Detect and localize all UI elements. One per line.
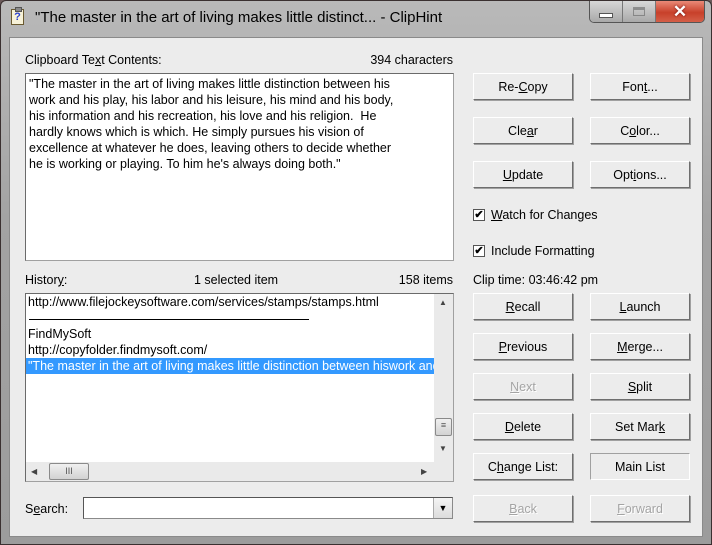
scroll-right-icon[interactable]: ▶ <box>421 467 427 476</box>
checkmark-icon: ✔ <box>473 245 485 257</box>
scroll-down-icon[interactable]: ▼ <box>439 444 447 453</box>
window-title: "The master in the art of living makes l… <box>35 9 443 26</box>
launch-button[interactable]: Launch <box>590 293 690 320</box>
caption-buttons: ✕ <box>589 1 705 23</box>
selected-count: 1 selected item <box>194 273 279 287</box>
client-area: Clipboard Text Contents: 394 characters … <box>9 37 703 537</box>
previous-button[interactable]: Previous <box>473 333 573 360</box>
merge-button[interactable]: Merge... <box>590 333 690 360</box>
horizontal-scrollbar[interactable]: ◀ III ▶ <box>26 462 434 481</box>
change-list-button[interactable]: Ch ange List: <box>473 453 573 480</box>
title-bar[interactable]: ? "The master in the art of living makes… <box>1 1 711 37</box>
watch-changes-checkbox[interactable]: ✔ Watch for Changes <box>473 208 598 222</box>
forward-button[interactable]: Forward <box>590 495 690 522</box>
maximize-icon <box>633 7 645 16</box>
history-label: History: <box>25 273 68 287</box>
history-item[interactable]: FindMySoft <box>26 326 434 342</box>
history-items: http://www.filejockeysoftware.com/servic… <box>26 294 434 462</box>
history-item[interactable]: "The master in the art of living makes l… <box>26 358 434 374</box>
vertical-scrollbar[interactable]: ▲ ≡ ▼ <box>434 294 453 462</box>
history-item-count: 158 items <box>398 273 453 287</box>
checkmark-icon: ✔ <box>473 209 485 221</box>
clip-time: Clip time: 03:46:42 pm <box>473 273 599 287</box>
cliphint-window: ? "The master in the art of living makes… <box>0 0 712 545</box>
maximize-button[interactable] <box>623 1 656 22</box>
current-list-display: Main List <box>590 453 690 480</box>
watch-changes-label: Watch for Changes <box>491 208 598 222</box>
clipboard-question-icon[interactable]: ? <box>11 7 24 25</box>
scroll-up-icon[interactable]: ▲ <box>439 298 447 307</box>
close-icon: ✕ <box>672 1 688 21</box>
minimize-icon <box>599 13 613 18</box>
delete-button[interactable]: Delete <box>473 413 573 440</box>
scroll-left-icon[interactable]: ◀ <box>31 467 37 476</box>
minimize-button[interactable] <box>590 1 623 22</box>
history-list[interactable]: http://www.filejockeysoftware.com/servic… <box>25 293 454 482</box>
search-label: Search: <box>25 502 69 516</box>
clear-button[interactable]: Cle a r <box>473 117 573 144</box>
options-button[interactable]: Opt i ons... <box>590 161 690 188</box>
search-combobox[interactable]: ▼ <box>83 497 453 519</box>
clipboard-text-area[interactable]: "The master in the art of living makes l… <box>25 73 454 261</box>
set-mark-button[interactable]: Set Mar k <box>590 413 690 440</box>
clipboard-label: Clipboard Text Contents: <box>25 53 162 67</box>
font-button[interactable]: Fon t... <box>590 73 690 100</box>
vertical-scroll-thumb[interactable]: ≡ <box>435 418 452 436</box>
next-button[interactable]: Next <box>473 373 573 400</box>
split-button[interactable]: Split <box>590 373 690 400</box>
char-count: 394 characters <box>370 53 453 67</box>
include-formatting-checkbox[interactable]: ✔ Include Formatting <box>473 244 595 258</box>
history-item[interactable]: http://www.filejockeysoftware.com/servic… <box>26 294 434 310</box>
recopy-button[interactable]: Re- Copy <box>473 73 573 100</box>
recall-button[interactable]: Recall <box>473 293 573 320</box>
search-input[interactable] <box>86 500 426 516</box>
chevron-down-icon[interactable]: ▼ <box>433 498 452 518</box>
update-button[interactable]: Update <box>473 161 573 188</box>
history-separator <box>26 310 434 326</box>
horizontal-scroll-thumb[interactable]: III <box>49 463 89 480</box>
history-item[interactable]: http://copyfolder.findmysoft.com/ <box>26 342 434 358</box>
include-formatting-label: Include Formatting <box>491 244 595 258</box>
color-button[interactable]: Co lor... <box>590 117 690 144</box>
back-button[interactable]: Back <box>473 495 573 522</box>
close-button[interactable]: ✕ <box>656 1 704 22</box>
scroll-corner <box>434 462 453 481</box>
